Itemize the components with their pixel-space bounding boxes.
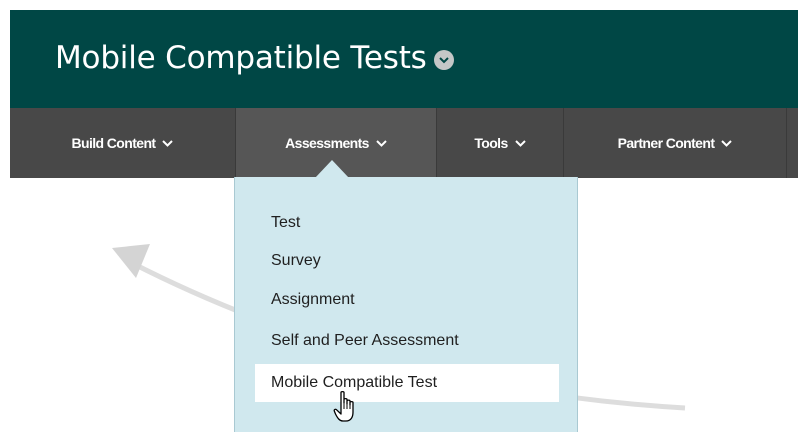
- page-title: Mobile Compatible Tests: [55, 40, 427, 76]
- hand-pointer-icon: [333, 390, 354, 422]
- nav-divider: [786, 108, 787, 178]
- chevron-down-icon: [721, 139, 733, 147]
- menu-item-test[interactable]: Test: [271, 211, 300, 235]
- menu-item-mobile-compatible-test[interactable]: Mobile Compatible Test: [255, 364, 559, 402]
- chevron-down-icon: [376, 139, 387, 147]
- assessments-dropdown-menu: Test Survey Assignment Self and Peer Ass…: [234, 177, 578, 432]
- nav-build-content[interactable]: Build Content: [10, 108, 235, 178]
- menu-item-assignment[interactable]: Assignment: [271, 288, 355, 312]
- dropdown-pointer: [315, 160, 349, 178]
- menu-item-label: Test: [271, 214, 301, 231]
- menu-item-survey[interactable]: Survey: [271, 249, 321, 273]
- chevron-down-icon: [514, 139, 526, 147]
- nav-label: Partner Content: [617, 135, 715, 151]
- nav-partner-content[interactable]: Partner Content: [564, 108, 786, 178]
- menu-item-label: Self and Peer Assessment: [271, 332, 459, 349]
- page-title-container: Mobile Compatible Tests: [55, 38, 454, 78]
- nav-label: Assessments: [285, 135, 369, 151]
- chevron-down-icon: [162, 139, 174, 147]
- menu-item-label: Mobile Compatible Test: [271, 374, 438, 391]
- menu-item-label: Assignment: [271, 291, 355, 308]
- chevron-down-circle-icon[interactable]: [433, 50, 454, 70]
- content-nav-bar: Build Content Assessments Tools Partner …: [10, 108, 798, 178]
- menu-item-label: Survey: [271, 252, 321, 269]
- nav-label: Tools: [474, 135, 508, 151]
- menu-item-self-and-peer-assessment[interactable]: Self and Peer Assessment: [271, 329, 459, 353]
- nav-label: Build Content: [71, 135, 157, 151]
- nav-tools[interactable]: Tools: [437, 108, 563, 178]
- course-header: Mobile Compatible Tests: [10, 10, 798, 108]
